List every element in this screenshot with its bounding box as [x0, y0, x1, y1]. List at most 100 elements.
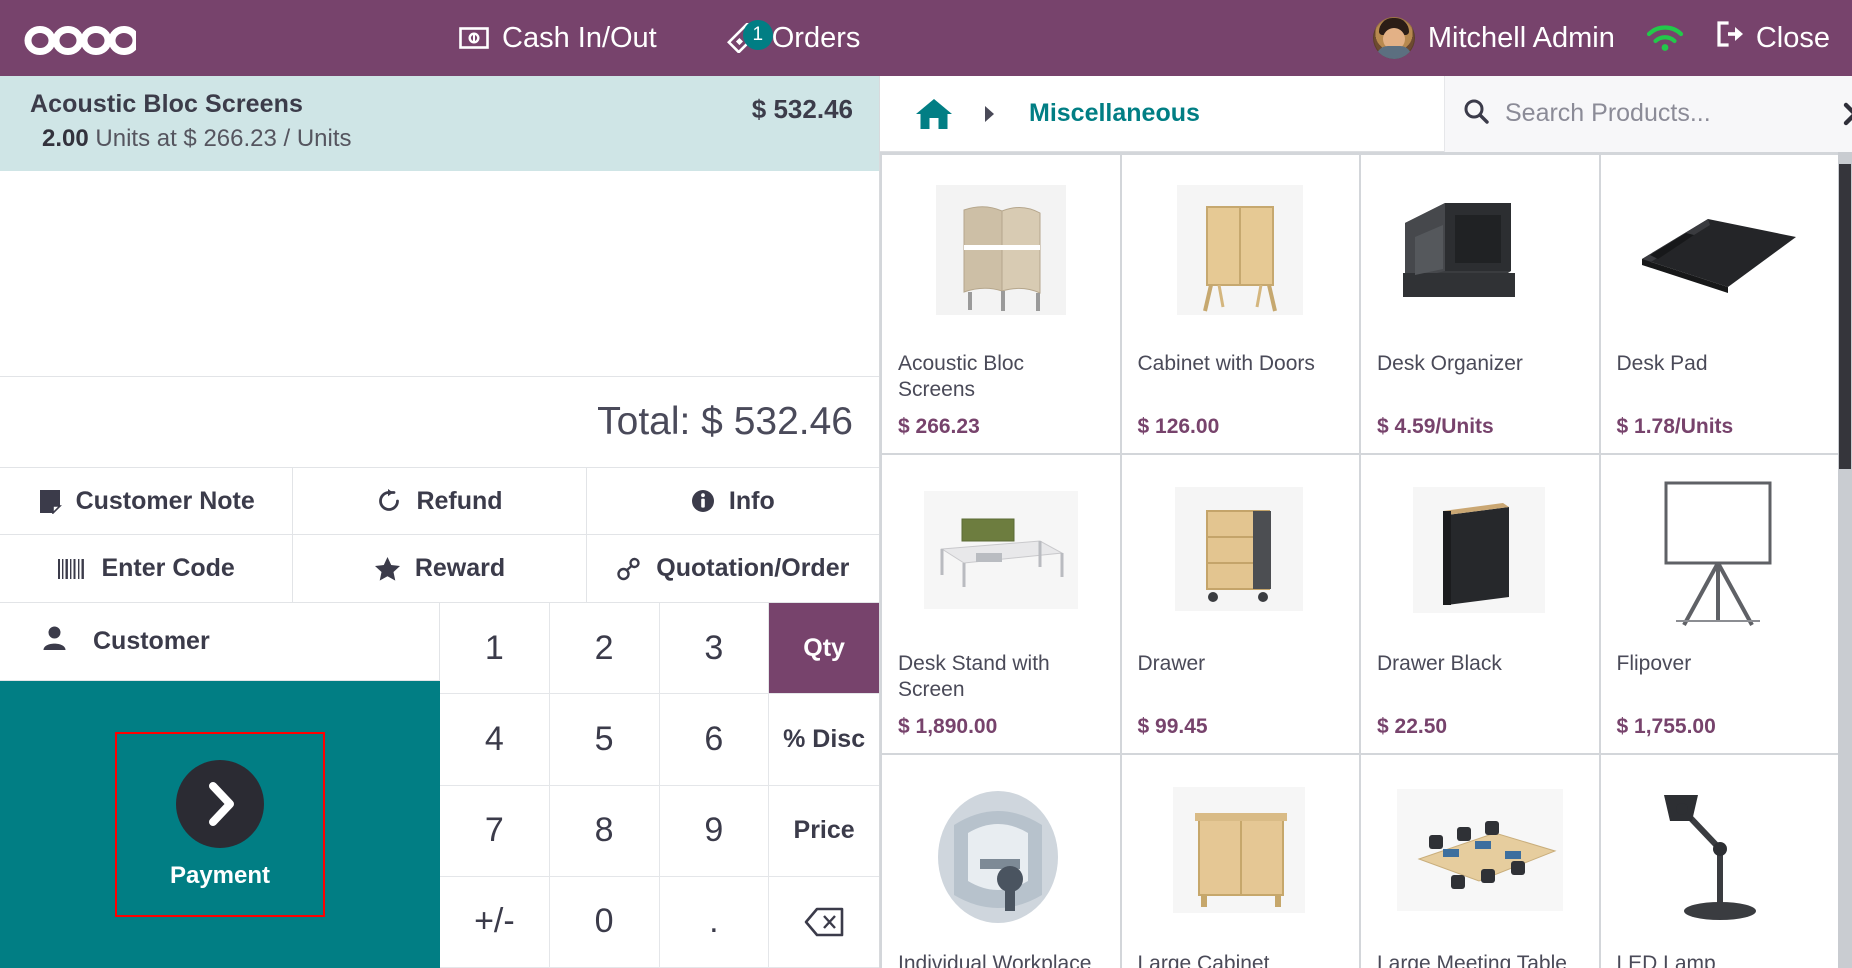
numpad-key-label: 6 — [704, 719, 724, 758]
reward-label: Reward — [414, 554, 506, 582]
breadcrumb: Miscellaneous — [880, 97, 1444, 131]
refund-button[interactable]: Refund — [293, 468, 587, 535]
action-row-2: Enter Code Reward Quotation/Order — [0, 535, 879, 602]
numpad-key-label: 2 — [594, 628, 614, 667]
cash-icon — [459, 26, 489, 50]
product-grid-scrollbar[interactable] — [1838, 152, 1852, 968]
home-icon[interactable] — [915, 97, 953, 131]
product-card[interactable]: Acoustic Bloc Screens $ 266.23 — [882, 155, 1120, 453]
product-card[interactable]: Desk Stand with Screen $ 1,890.00 — [882, 455, 1120, 753]
user-menu[interactable]: Mitchell Admin — [1372, 17, 1615, 59]
product-name: Drawer Black — [1377, 652, 1502, 675]
order-panel: Acoustic Bloc Screens 2.00 Units at $ 26… — [0, 76, 880, 968]
numpad-key-label: +/- — [474, 902, 515, 941]
product-image-largecabinet-icon — [1122, 755, 1360, 945]
close-icon[interactable] — [1843, 102, 1852, 126]
numpad-key-price[interactable]: Price — [769, 785, 879, 877]
payment-button[interactable]: Payment — [115, 732, 325, 917]
product-name: Drawer — [1137, 652, 1206, 675]
product-card[interactable]: LED Lamp — [1600, 755, 1838, 968]
quotation-order-button[interactable]: Quotation/Order — [586, 535, 879, 602]
product-price: $ 1.78/Units — [1616, 415, 1734, 438]
customer-note-button[interactable]: Customer Note — [0, 468, 294, 535]
numpad-key-8[interactable]: 8 — [549, 785, 660, 877]
product-image-screen-icon — [882, 155, 1120, 345]
numpad-key-9[interactable]: 9 — [659, 785, 770, 877]
orderline-unit-price: Units at $ 266.23 / Units — [95, 125, 352, 152]
orderlines-list: Acoustic Bloc Screens 2.00 Units at $ 26… — [0, 76, 879, 376]
product-card[interactable]: Desk Pad $ 1.78/Units — [1600, 155, 1839, 453]
numpad-key-disc[interactable]: % Disc — [769, 694, 879, 786]
product-grid-scroll-area: Acoustic Bloc Screens $ 266.23 Cabinet wit… — [880, 152, 1852, 968]
numpad-key-5[interactable]: 5 — [549, 694, 660, 786]
product-card[interactable]: Cabinet with Doors $ 126.00 — [1121, 155, 1359, 453]
orders-button[interactable]: 1 Orders — [723, 16, 865, 61]
product-card[interactable]: Individual Workplace — [882, 755, 1120, 968]
customer-label: Customer — [93, 627, 210, 655]
orderline-total-price: $ 532.46 — [751, 94, 853, 124]
cash-in-out-button[interactable]: Cash In/Out — [455, 16, 661, 61]
wifi-status-icon[interactable] — [1645, 23, 1685, 53]
enter-code-button[interactable]: Enter Code — [0, 535, 294, 602]
numpad-key-label: % Disc — [783, 724, 866, 753]
numpad-key-label: 7 — [484, 811, 504, 850]
numpad-key-qty[interactable]: Qty — [769, 603, 879, 695]
numpad-backspace-button[interactable] — [769, 876, 879, 968]
numpad-key-[interactable]: . — [659, 876, 770, 968]
payment-label: Payment — [169, 861, 271, 889]
product-name: Desk Pad — [1616, 352, 1708, 375]
product-card[interactable]: Flipover $ 1,755.00 — [1600, 455, 1838, 753]
info-button[interactable]: Info — [586, 468, 879, 535]
action-row-1: Customer Note Refund Info — [0, 468, 879, 535]
caret-right-icon — [983, 105, 995, 123]
numpad-key-1[interactable]: 1 — [440, 603, 550, 695]
orderline-product-name: Acoustic Bloc Screens — [30, 90, 304, 118]
refund-icon — [376, 488, 402, 514]
search-input[interactable] — [1505, 99, 1827, 128]
product-card[interactable]: Drawer $ 99.45 — [1121, 455, 1359, 753]
odoo-logo[interactable] — [24, 21, 136, 55]
product-card[interactable]: Drawer Black $ 22.50 — [1361, 455, 1599, 753]
backspace-icon — [804, 907, 844, 937]
numpad-key-label: 5 — [594, 719, 614, 758]
payment-area: Payment — [0, 681, 440, 968]
numpad-key-label: . — [709, 902, 719, 941]
link-icon — [616, 556, 642, 582]
numpad-key-7[interactable]: 7 — [440, 785, 550, 877]
main-content: Acoustic Bloc Screens 2.00 Units at $ 26… — [0, 75, 1852, 968]
numpad-key-label: Qty — [803, 633, 845, 662]
numpad-key-[interactable]: +/- — [440, 876, 550, 968]
numpad-key-label: 1 — [484, 628, 504, 667]
product-image-pad-icon — [1601, 155, 1839, 345]
enter-code-label: Enter Code — [101, 554, 235, 582]
numpad-key-2[interactable]: 2 — [549, 603, 660, 695]
product-price: $ 1,755.00 — [1616, 715, 1716, 738]
numpad-key-0[interactable]: 0 — [549, 876, 660, 968]
scrollbar-thumb[interactable] — [1839, 164, 1851, 469]
product-price: $ 4.59/Units — [1377, 415, 1494, 438]
customer-button[interactable]: Customer — [0, 603, 440, 681]
numpad-key-3[interactable]: 3 — [659, 603, 770, 695]
reward-button[interactable]: Reward — [293, 535, 587, 602]
customer-note-label: Customer Note — [75, 486, 255, 515]
orderline-row[interactable]: Acoustic Bloc Screens 2.00 Units at $ 26… — [0, 76, 879, 171]
product-panel: Miscellaneous Acoust — [880, 75, 1852, 968]
numpad-key-4[interactable]: 4 — [440, 694, 550, 786]
product-image-deskstand-icon — [882, 455, 1120, 645]
numpad: 1 2 3 Qty 4 5 6 % Disc 7 8 9 Price +/- 0. — [440, 603, 879, 968]
user-icon — [42, 625, 67, 658]
navbar-right-actions: Mitchell Admin Close — [1372, 0, 1830, 76]
numpad-key-6[interactable]: 6 — [659, 694, 770, 786]
product-image-workplace-icon — [882, 755, 1120, 945]
product-card[interactable]: Large Cabinet — [1121, 755, 1360, 968]
close-session-button[interactable]: Close — [1715, 20, 1830, 56]
avatar — [1372, 17, 1415, 59]
search-icon — [1463, 98, 1489, 129]
product-image-meetingtable-icon — [1361, 755, 1599, 945]
order-action-buttons: Customer Note Refund Info Enter Code Rew… — [0, 468, 879, 603]
product-card[interactable]: Desk Organizer $ 4.59/Units — [1361, 155, 1599, 453]
numpad-key-label: 9 — [704, 811, 724, 850]
product-card[interactable]: Large Meeting Table — [1361, 755, 1599, 968]
product-price: $ 126.00 — [1137, 415, 1220, 438]
breadcrumb-category[interactable]: Miscellaneous — [1029, 99, 1200, 128]
